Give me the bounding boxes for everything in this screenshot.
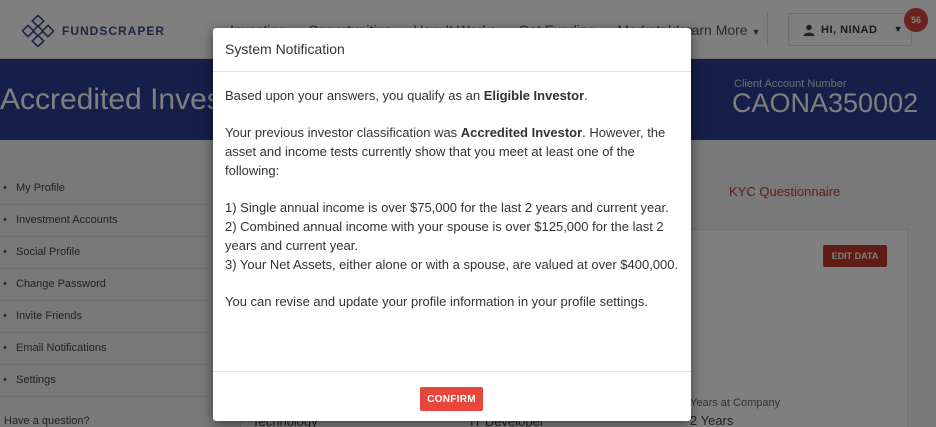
previous-classification-text: Your previous investor classification wa… xyxy=(225,125,461,140)
confirm-button[interactable]: CONFIRM xyxy=(420,387,483,411)
criterion-2: 2) Combined annual income with your spou… xyxy=(225,219,664,253)
previous-classification-message: Your previous investor classification wa… xyxy=(225,123,679,180)
dialog-title: System Notification xyxy=(225,41,345,57)
eligibility-message: Based upon your answers, you qualify as … xyxy=(225,86,679,105)
system-notification-dialog: System Notification Based upon your answ… xyxy=(213,28,691,421)
dialog-body: Based upon your answers, you qualify as … xyxy=(213,72,691,311)
criterion-1: 1) Single annual income is over $75,000 … xyxy=(225,200,669,215)
eligible-investor-label: Eligible Investor xyxy=(483,88,585,103)
criterion-3: 3) Your Net Assets, either alone or with… xyxy=(225,257,679,272)
dialog-footer: CONFIRM xyxy=(213,371,691,421)
profile-settings-hint: You can revise and update your profile i… xyxy=(225,294,648,309)
dialog-header: System Notification xyxy=(213,28,691,72)
eligibility-period: . xyxy=(584,88,588,103)
eligibility-text: Based upon your answers, you qualify as … xyxy=(225,88,484,103)
accredited-investor-label: Accredited Investor xyxy=(460,125,583,140)
